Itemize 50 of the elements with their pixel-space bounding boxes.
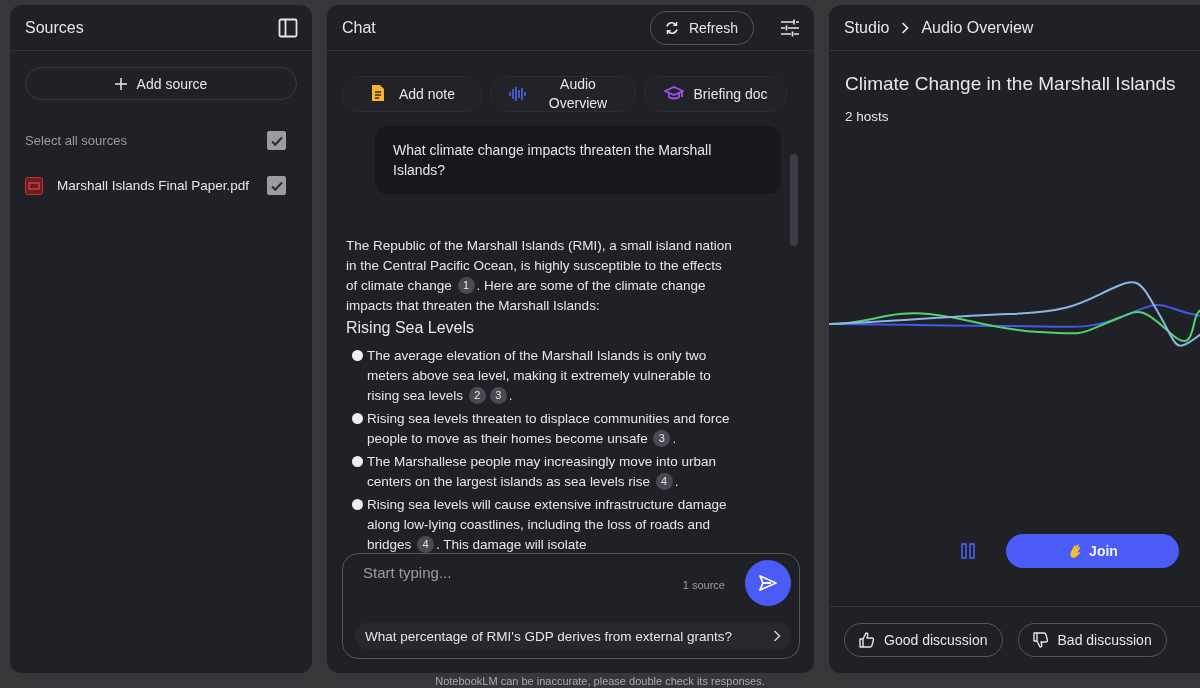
- bullet-icon: [352, 413, 363, 424]
- pdf-file-icon: [25, 176, 43, 195]
- message-field[interactable]: Start typing...: [363, 562, 673, 582]
- question-bubble: What climate change impacts threaten the Marshall Islands?: [375, 126, 781, 194]
- settings-sliders-icon[interactable]: [780, 18, 800, 37]
- send-icon: [758, 573, 778, 593]
- breadcrumb-item[interactable]: Studio: [844, 18, 890, 37]
- sidebar-toggle-icon[interactable]: [278, 17, 298, 38]
- suggestion-text[interactable]: What percentage of RMI's GDP derives from external grants?: [365, 628, 759, 644]
- disclaimer-text: NotebookLM can be inaccurate, please double check its responses.: [434, 675, 766, 687]
- source-count: 1 source: [682, 579, 725, 591]
- hosts-label: 2 hosts: [845, 109, 890, 124]
- citation-badge[interactable]: 2: [468, 387, 486, 404]
- citation-badge[interactable]: 4: [417, 536, 435, 553]
- action-chip[interactable]: Add note: [342, 76, 482, 112]
- bullet-icon: [352, 456, 363, 467]
- source-name[interactable]: Marshall Islands Final Paper.pdf: [57, 178, 253, 193]
- answer-paragraph: The Republic of the Marshall Islands (RMI), a small island nation in the Central Pacific Ocean, is highly susceptible to the effects of climate change 1 . Here are some of the climate change impacts that threaten the Marshall Islands:: [346, 237, 733, 315]
- suggestion-chip[interactable]: What percentage of RMI's GDP derives from external grants?: [355, 622, 791, 650]
- sound-wave-icon: [508, 84, 528, 104]
- action-chip[interactable]: Briefing doc: [644, 76, 787, 112]
- select-all-label: Select all sources: [25, 133, 128, 148]
- bullet-text: The average elevation of the Marshall Islands is only two meters above sea level, making it extremely vulnerable to rising sea levels 2 3 .: [367, 347, 712, 406]
- chevron-right-icon: [901, 21, 910, 34]
- bullet-text: The Marshallese people may increasingly move into urban centers on the largest islands as sea levels rise 4 .: [367, 453, 717, 492]
- join-button[interactable]: Join: [1006, 534, 1179, 568]
- chevron-right-icon: [773, 630, 781, 642]
- scrollbar[interactable]: [790, 154, 798, 246]
- citation-badge[interactable]: 3: [653, 430, 671, 447]
- plus-icon: [114, 77, 127, 90]
- bullet-text: Rising sea levels will cause extensive infrastructure damage along low-lying coastlines, including the loss of roads and bridges 4 . This damage will isolate: [367, 496, 728, 553]
- checkbox[interactable]: [267, 176, 286, 195]
- citation-badge[interactable]: 4: [655, 473, 673, 490]
- pause-icon[interactable]: [961, 543, 975, 559]
- citation-badge[interactable]: 1: [457, 277, 475, 294]
- checkbox[interactable]: [267, 131, 286, 150]
- panel-title: Sources: [25, 18, 84, 37]
- panel-title: Chat: [342, 18, 376, 37]
- overview-title: Climate Change in the Marshall Islands: [845, 73, 1177, 95]
- bullet-icon: [352, 350, 363, 361]
- bullet-icon: [352, 499, 363, 510]
- breadcrumb-item: Audio Overview: [921, 18, 1034, 37]
- thumbs-down-icon: [1032, 632, 1049, 648]
- add-source-button[interactable]: Add source: [25, 67, 297, 100]
- citation-badge[interactable]: 3: [489, 387, 507, 404]
- bullet-text: Rising sea levels threaten to displace communities and force people to move as their homes become unsafe 3 .: [367, 410, 731, 449]
- send-button[interactable]: [745, 560, 791, 606]
- section-heading: Rising Sea Levels: [346, 319, 476, 337]
- action-chip[interactable]: Audio Overview: [490, 76, 636, 112]
- thumbs-up-icon: [859, 632, 875, 648]
